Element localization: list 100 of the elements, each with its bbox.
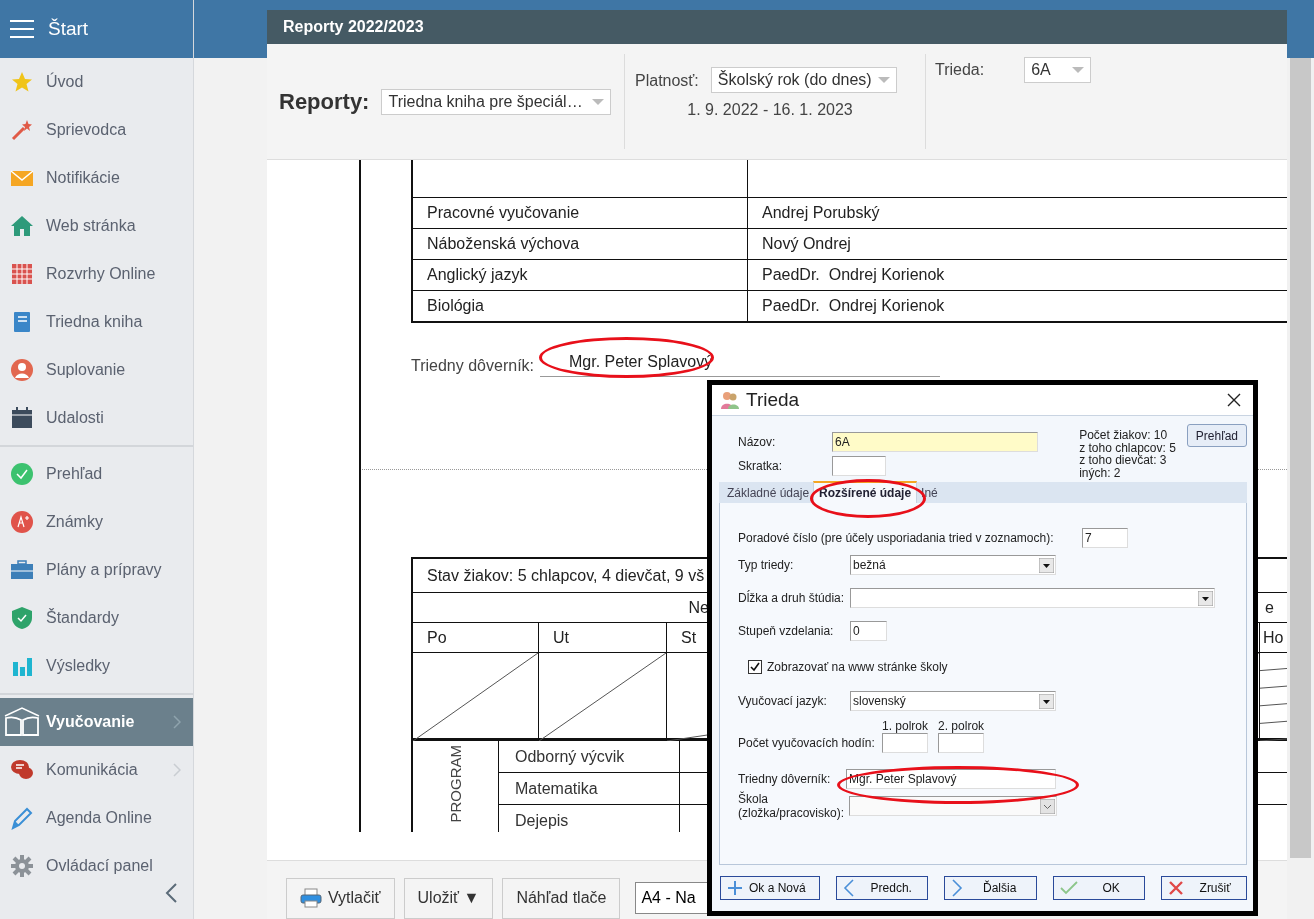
dialog-button[interactable]: Zrušiť — [1161, 876, 1247, 900]
dropdown-arrow-icon[interactable] — [1039, 693, 1054, 709]
validity-label: Platnosť: — [635, 72, 699, 90]
book-icon — [4, 707, 40, 737]
close-icon[interactable] — [1227, 393, 1241, 407]
footer-button[interactable]: Náhľad tlače — [502, 877, 621, 919]
sidebar-item[interactable]: Vyučovanie — [0, 698, 193, 746]
table-cell: Po — [413, 623, 539, 652]
table-cell-text: Stav žiakov: 5 chlapcov, 4 dievčat, 9 vš — [426, 566, 705, 585]
check-icon — [1059, 881, 1078, 895]
dropdown[interactable]: slovenský — [850, 691, 1056, 711]
tab[interactable]: Rozšírené údaje — [813, 481, 918, 503]
app-title: Štart — [48, 18, 89, 40]
sidebar-item[interactable]: Suplovanie — [0, 346, 193, 394]
table-cell: Biológia — [413, 291, 748, 321]
calendar-icon — [10, 406, 34, 430]
input-field[interactable]: 0 — [850, 621, 887, 641]
dialog-button[interactable]: OK — [1052, 876, 1146, 900]
overview-button[interactable]: Prehľad — [1186, 424, 1247, 447]
table-cell: Anglický jazyk — [413, 260, 748, 290]
collapse-icon[interactable] — [165, 883, 177, 903]
sidebar-item[interactable]: Komunikácia — [0, 746, 193, 794]
people-icon — [720, 390, 740, 410]
grid-icon — [10, 262, 34, 286]
table-cell-text: Nový Ondrej — [761, 234, 852, 254]
stat-text: iných: 2 — [1079, 466, 1122, 479]
field-label: Dĺžka a druh štúdia: — [738, 591, 846, 605]
dropdown[interactable]: bežná — [850, 555, 1056, 575]
close-icon — [1168, 880, 1185, 896]
gear-icon — [10, 854, 34, 878]
input-field[interactable] — [832, 456, 886, 476]
sidebar-item[interactable]: Agenda Online — [0, 794, 193, 842]
shield-icon — [10, 606, 34, 630]
sidebar-item[interactable]: Prehľad — [0, 450, 193, 498]
sidebar-item[interactable]: Ovládací panel — [0, 842, 193, 890]
checkbox[interactable] — [748, 660, 762, 674]
table-cell: Dejepis — [499, 805, 680, 832]
stat-text: z toho chlapcov: 5 — [1079, 441, 1177, 454]
sidebar-item[interactable]: Triedna kniha — [0, 298, 193, 346]
tab[interactable]: Základné údaje — [723, 486, 814, 503]
column-header: 1. polrok — [882, 719, 929, 733]
sidebar-item[interactable]: Rozvrhy Online — [0, 250, 193, 298]
magic-wand-icon — [10, 118, 34, 142]
plus-icon — [727, 880, 743, 896]
print-button[interactable]: Vytlačiť — [286, 877, 395, 919]
input-field[interactable]: 7 — [1082, 528, 1128, 548]
field-label: Skratka: — [738, 459, 783, 473]
sidebar-item[interactable]: Plány a prípravy — [0, 546, 193, 594]
field-label: Názov: — [738, 435, 777, 449]
pen-icon — [10, 806, 34, 830]
table-cell: Odborný výcvik — [499, 741, 680, 772]
sidebar-item[interactable]: Web stránka — [0, 202, 193, 250]
sidebar-item[interactable]: Udalosti — [0, 394, 193, 442]
house-icon — [10, 214, 34, 238]
sidebar-item[interactable]: Sprievodca — [0, 106, 193, 154]
class-label: Trieda: — [935, 61, 985, 79]
input-field[interactable] — [882, 733, 928, 753]
dialog-button[interactable]: Predch. — [836, 876, 929, 900]
dialog-button[interactable]: Ok a Nová — [720, 876, 821, 900]
column-header: 2. polrok — [938, 719, 985, 733]
table-cell: e — [1265, 598, 1274, 617]
dropdown-arrow-icon[interactable] — [1198, 590, 1213, 606]
stat-text: z toho dievčat: 3 — [1079, 454, 1168, 467]
table-cell: Náboženská výchova — [413, 229, 748, 259]
class-teacher-value: Mgr. Peter Splavový — [540, 353, 940, 377]
footer-button[interactable]: Uložiť ▼ — [403, 877, 494, 919]
date-range: 1. 9. 2022 - 16. 1. 2023 — [686, 101, 854, 119]
panel-title: Reporty 2022/2023 — [283, 18, 424, 36]
program-label: PROGRAM — [445, 745, 465, 823]
report-select[interactable]: Triedna kniha pre špeciál… — [381, 88, 612, 115]
chat-icon — [10, 758, 34, 782]
sidebar-item[interactable]: Notifikácie — [0, 154, 193, 202]
scrollbar-thumb[interactable] — [1290, 58, 1311, 858]
class-select[interactable]: 6A — [1024, 57, 1092, 83]
table-cell-text: PaedDr. Ondrej Korienok — [761, 265, 946, 285]
table-cell-text: Andrej Porubský — [761, 203, 881, 223]
sidebar-item[interactable]: Úvod — [0, 58, 193, 106]
sidebar-item[interactable]: Štandardy — [0, 594, 193, 642]
input-field[interactable] — [938, 733, 985, 753]
checkbox-label: Zobrazovať na www stránke školy — [767, 660, 948, 674]
dialog-button[interactable]: Ďalšia — [944, 876, 1037, 900]
validity-select[interactable]: Školský rok (do dnes) — [710, 67, 897, 93]
tab[interactable]: Iné — [917, 486, 942, 503]
table-cell-text: PaedDr. Ondrej Korienok — [761, 296, 946, 316]
star-icon — [10, 70, 34, 94]
table-cell: Pracovné vyučovanie — [413, 198, 748, 228]
input-field[interactable]: 6A — [832, 432, 1038, 452]
chevron-left-icon — [843, 879, 856, 897]
menu-icon[interactable] — [10, 20, 34, 38]
chevron-right-icon — [951, 879, 964, 897]
field-label: Stupeň vzdelania: — [738, 624, 835, 638]
sidebar-item[interactable]: Výsledky — [0, 642, 193, 690]
class-teacher-label: Triedny dôverník: — [411, 357, 534, 376]
sidebar-item[interactable]: Známky — [0, 498, 193, 546]
field-label: Vyučovací jazyk: — [738, 694, 828, 708]
dropdown-arrow-icon[interactable] — [1039, 557, 1054, 573]
field-label: Typ triedy: — [738, 558, 795, 572]
printer-icon — [300, 888, 322, 908]
field-label: Triedny dôverník: — [738, 772, 832, 786]
check-icon — [10, 462, 34, 486]
